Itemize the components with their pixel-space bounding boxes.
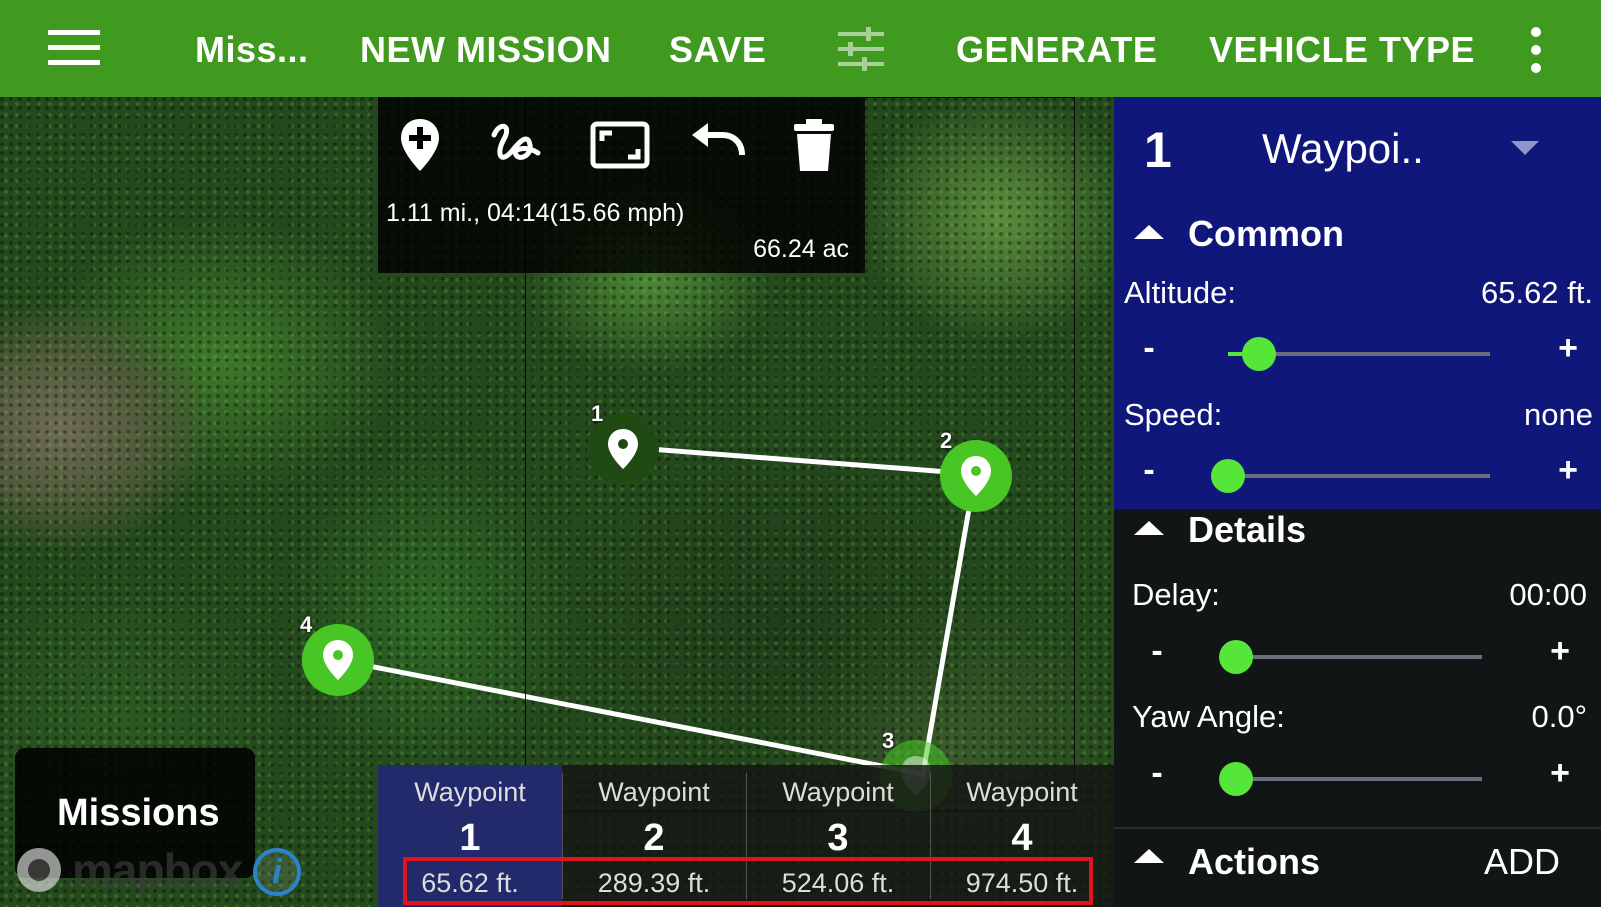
altitude-increase-button[interactable]: + (1548, 329, 1588, 368)
waypoint-card-number: 3 (827, 817, 849, 859)
slider-thumb[interactable] (1211, 459, 1245, 493)
undo-icon[interactable] (688, 115, 748, 175)
pin-icon (323, 640, 353, 680)
waypoint-marker-number: 1 (591, 401, 604, 426)
delay-slider[interactable] (1219, 640, 1482, 674)
waypoint-card-label: Waypoint (782, 777, 894, 807)
vehicle-type-button[interactable]: VEHICLE TYPE (1209, 0, 1475, 97)
tune-icon[interactable] (836, 24, 886, 74)
missions-label: Missions (57, 792, 220, 834)
waypoint-marker-number: 2 (940, 428, 953, 453)
new-mission-button[interactable]: NEW MISSION (360, 0, 612, 97)
save-button[interactable]: SAVE (669, 0, 766, 97)
speed-increase-button[interactable]: + (1548, 451, 1588, 490)
collapse-icon (1134, 849, 1164, 863)
delay-label: Delay: (1132, 577, 1220, 612)
slider-thumb[interactable] (1219, 762, 1253, 796)
altitude-value: 65.62 ft. (1480, 275, 1593, 310)
collapse-icon (1134, 225, 1164, 239)
mapbox-logo-text: mapbox (72, 844, 243, 896)
speed-value: none (1524, 397, 1593, 432)
mission-distance-time: 1.11 mi., 04:14(15.66 mph) (386, 199, 685, 227)
mapbox-mark-icon (17, 848, 61, 892)
waypoint-card-altitude: 974.50 ft. (965, 868, 1079, 898)
waypoint-card-label: Waypoint (414, 777, 526, 807)
yaw-angle-label: Yaw Angle: (1132, 699, 1285, 734)
speed-label: Speed: (1124, 397, 1223, 432)
waypoint-card-altitude: 65.62 ft. (421, 868, 519, 898)
mapbox-logo: mapbox (14, 842, 243, 898)
details-section-header[interactable]: Details (1114, 503, 1601, 563)
speed-slider[interactable] (1211, 459, 1490, 493)
add-action-button[interactable]: ADD (1484, 841, 1560, 883)
waypoint-marker-2[interactable]: 2 (940, 428, 1012, 512)
waypoint-card-3[interactable]: Waypoint 3 524.06 ft. (746, 765, 930, 907)
collapse-icon (1134, 521, 1164, 535)
selected-waypoint-number: 1 (1144, 122, 1172, 178)
delay-increase-button[interactable]: + (1540, 632, 1580, 671)
top-app-bar: Miss... NEW MISSION SAVE GENERATE VEHICL… (0, 0, 1601, 97)
waypoint-marker-4[interactable]: 4 (300, 612, 374, 696)
menu-icon[interactable] (48, 30, 100, 66)
waypoint-marker-number: 3 (882, 728, 895, 753)
slider-thumb[interactable] (1219, 640, 1253, 674)
more-options-icon[interactable] (1530, 27, 1542, 73)
waypoint-strip: Waypoint 1 65.62 ft. Waypoint 2 289.39 f… (378, 765, 1114, 907)
waypoint-marker-number: 4 (300, 612, 313, 637)
route-path (337, 444, 978, 777)
mission-area: 66.24 ac (753, 235, 849, 263)
pin-icon (608, 429, 638, 469)
delay-value: 00:00 (1509, 577, 1587, 612)
yaw-angle-slider[interactable] (1219, 762, 1482, 796)
waypoint-settings-panel: 1 Waypoi.. Common Altitude: 65.62 ft. - … (1114, 97, 1601, 907)
common-section-title: Common (1188, 213, 1344, 254)
waypoint-card-label: Waypoint (966, 777, 1078, 807)
waypoint-card-1[interactable]: Waypoint 1 65.62 ft. (378, 765, 562, 907)
waypoint-card-2[interactable]: Waypoint 2 289.39 ft. (562, 765, 746, 907)
yaw-increase-button[interactable]: + (1540, 754, 1580, 793)
waypoint-card-number: 1 (459, 817, 481, 859)
info-icon[interactable]: i (253, 848, 301, 896)
trash-icon[interactable] (784, 115, 844, 175)
altitude-slider[interactable] (1228, 337, 1490, 371)
actions-section-header[interactable]: Actions ADD (1114, 827, 1601, 889)
altitude-decrease-button[interactable]: - (1129, 329, 1169, 368)
generate-button[interactable]: GENERATE (956, 0, 1157, 97)
mission-name-button[interactable]: Miss... (195, 0, 309, 97)
waypoint-card-number: 4 (1011, 817, 1033, 859)
speed-decrease-button[interactable]: - (1129, 451, 1169, 490)
yaw-decrease-button[interactable]: - (1137, 754, 1177, 793)
details-section-title: Details (1188, 509, 1307, 550)
chevron-down-icon[interactable] (1511, 141, 1539, 155)
fit-bounds-icon[interactable] (590, 115, 650, 175)
waypoint-card-number: 2 (643, 817, 665, 859)
freehand-draw-icon[interactable] (486, 115, 546, 175)
waypoint-card-4[interactable]: Waypoint 4 974.50 ft. (930, 765, 1114, 907)
waypoint-marker-1[interactable]: 1 (587, 401, 659, 485)
delay-decrease-button[interactable]: - (1137, 632, 1177, 671)
altitude-label: Altitude: (1124, 275, 1237, 310)
waypoint-card-label: Waypoint (598, 777, 710, 807)
waypoint-type-dropdown[interactable]: Waypoi.. (1262, 125, 1424, 173)
yaw-angle-value: 0.0° (1531, 699, 1588, 734)
waypoint-card-altitude: 524.06 ft. (781, 868, 895, 898)
waypoint-card-altitude: 289.39 ft. (597, 868, 711, 898)
map-tools-panel: 1.11 mi., 04:14(15.66 mph) 66.24 ac (378, 97, 865, 273)
common-section-header[interactable]: Common (1114, 207, 1601, 267)
add-marker-icon[interactable] (390, 115, 450, 175)
pin-icon (961, 456, 991, 496)
actions-section-title: Actions (1188, 841, 1321, 882)
